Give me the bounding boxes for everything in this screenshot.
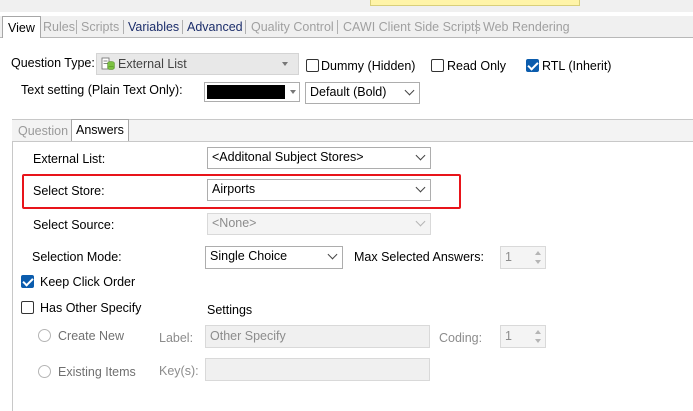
max-selected-value: 1 xyxy=(505,250,512,264)
tab-quality-control[interactable]: Quality Control xyxy=(251,16,334,38)
tab-separator xyxy=(182,20,183,34)
color-swatch xyxy=(207,85,285,99)
rtl-checkbox[interactable] xyxy=(526,59,539,72)
tab-advanced[interactable]: Advanced xyxy=(187,16,243,38)
select-store-select[interactable]: Airports xyxy=(207,179,431,201)
chevron-down-icon xyxy=(327,249,338,260)
coding-stepper[interactable]: 1 xyxy=(500,325,546,348)
max-selected-stepper[interactable]: 1 xyxy=(500,246,546,269)
has-other-specify-checkbox[interactable] xyxy=(21,301,34,314)
external-list-select[interactable]: <Additonal Subject Stores> xyxy=(207,147,431,169)
label-field-value: Other Specify xyxy=(210,329,286,343)
selection-mode-select[interactable]: Single Choice xyxy=(205,246,343,269)
read-only-checkbox[interactable] xyxy=(431,59,444,72)
tab-separator xyxy=(123,20,124,34)
dropdown-arrow-icon xyxy=(282,62,288,66)
label-field-label: Label: xyxy=(159,331,194,345)
dummy-label: Dummy (Hidden) xyxy=(321,59,416,73)
create-new-radio[interactable] xyxy=(38,329,51,342)
keep-click-order-checkbox[interactable] xyxy=(21,275,34,288)
tab-web-rendering[interactable]: Web Rendering xyxy=(483,16,570,38)
chevron-down-icon xyxy=(415,150,426,161)
selection-mode-label: Selection Mode: xyxy=(32,250,122,264)
label-field-input[interactable]: Other Specify xyxy=(205,325,430,348)
coding-label: Coding: xyxy=(439,331,483,345)
subtab-answers[interactable]: Answers xyxy=(71,119,129,142)
database-list-icon xyxy=(101,57,115,71)
keys-field-label: Key(s): xyxy=(159,364,199,378)
text-style-select[interactable]: Default (Bold) xyxy=(305,82,420,104)
tab-separator xyxy=(476,20,477,34)
text-setting-label: Text setting (Plain Text Only): xyxy=(21,83,183,97)
question-type-label: Question Type: xyxy=(11,56,95,70)
chevron-down-icon xyxy=(404,85,415,96)
tab-cawi-client-side-scripts[interactable]: CAWI Client Side Scripts xyxy=(343,16,481,38)
existing-items-radio[interactable] xyxy=(38,365,51,378)
chevron-down-icon xyxy=(415,216,426,227)
select-source-label: Select Source: xyxy=(33,218,115,232)
select-store-value: Airports xyxy=(212,182,256,196)
select-source-value: <None> xyxy=(212,216,257,230)
tab-scripts[interactable]: Scripts xyxy=(81,16,119,38)
dropdown-arrow-icon xyxy=(290,90,296,94)
text-color-picker[interactable] xyxy=(204,82,300,102)
top-strip xyxy=(0,0,693,12)
select-source-select[interactable]: <None> xyxy=(207,213,431,235)
chevron-down-icon xyxy=(415,182,426,193)
external-list-value: <Additonal Subject Stores> xyxy=(212,150,364,164)
settings-heading: Settings xyxy=(207,303,253,317)
coding-value: 1 xyxy=(505,329,512,343)
tab-separator xyxy=(245,20,246,34)
select-store-label: Select Store: xyxy=(33,184,105,198)
subtab-question[interactable]: Question xyxy=(14,121,72,141)
tab-view[interactable]: View xyxy=(2,16,41,39)
rtl-label: RTL (Inherit) xyxy=(542,59,612,73)
cropped-field xyxy=(370,0,580,6)
keep-click-order-label: Keep Click Order xyxy=(40,275,136,289)
external-list-label: External List: xyxy=(33,152,106,166)
max-selected-label: Max Selected Answers: xyxy=(354,250,484,264)
spin-down-icon[interactable] xyxy=(535,339,541,343)
create-new-label: Create New xyxy=(58,329,124,343)
tab-variables[interactable]: Variables xyxy=(128,16,179,38)
main-tab-strip: View Rules Scripts Variables Advanced Qu… xyxy=(0,16,693,39)
tab-separator xyxy=(76,20,77,34)
tab-rules[interactable]: Rules xyxy=(43,16,75,38)
existing-items-label: Existing Items xyxy=(58,365,136,379)
read-only-label: Read Only xyxy=(447,59,507,73)
question-type-value: External List xyxy=(118,57,187,71)
spin-down-icon[interactable] xyxy=(535,260,541,264)
keys-field-input[interactable] xyxy=(205,358,430,381)
text-style-value: Default (Bold) xyxy=(310,85,387,99)
has-other-specify-label: Has Other Specify xyxy=(40,301,142,315)
dummy-checkbox[interactable] xyxy=(306,59,319,72)
spin-up-icon[interactable] xyxy=(535,330,541,334)
question-type-select[interactable]: External List xyxy=(96,53,299,75)
selection-mode-value: Single Choice xyxy=(210,249,288,263)
tab-separator xyxy=(337,20,338,34)
spin-up-icon[interactable] xyxy=(535,251,541,255)
